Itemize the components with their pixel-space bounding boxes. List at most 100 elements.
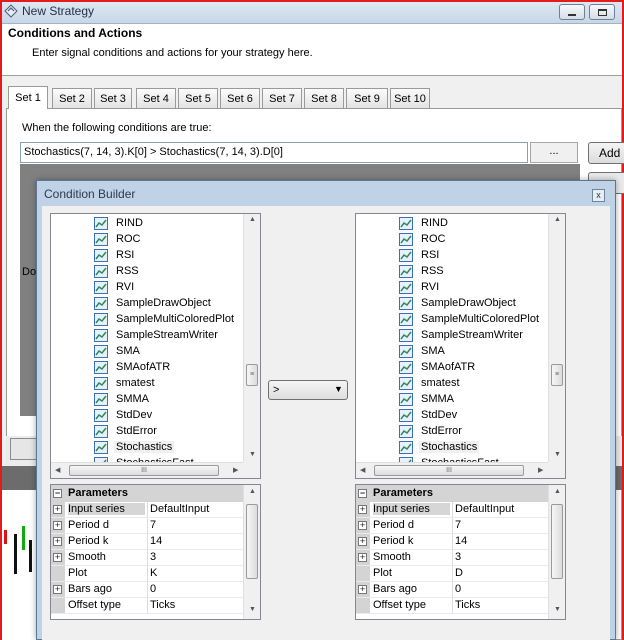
list-item[interactable]: RVI [94, 279, 136, 295]
grid-scrollbar[interactable]: ▲ ▼ [243, 485, 260, 619]
list-item[interactable]: SMA [399, 343, 447, 359]
parameter-value[interactable]: D [455, 567, 463, 579]
parameter-value[interactable]: 14 [150, 535, 162, 547]
list-item[interactable]: smatest [94, 375, 157, 391]
list-item[interactable]: SMA [94, 343, 142, 359]
collapse-icon[interactable]: − [53, 489, 62, 498]
list-item[interactable]: SampleStreamWriter [94, 327, 220, 343]
title-bar[interactable] [2, 2, 622, 24]
list-item[interactable]: RIND [399, 215, 450, 231]
condition-browse-button[interactable]: ... [530, 142, 578, 163]
grid-scrollbar[interactable]: ▲ ▼ [548, 485, 565, 619]
scroll-down-arrow[interactable]: ▼ [249, 606, 256, 613]
left-indicator-list[interactable]: RIND ROC RSI RSS RVI SampleDrawObject SampleMu… [50, 213, 261, 479]
list-item[interactable]: SMMA [94, 391, 151, 407]
horizontal-scrollbar[interactable]: ◀ III ▶ [51, 462, 245, 478]
add-condition-button[interactable]: Add [588, 142, 624, 164]
list-item[interactable]: SMAofATR [94, 359, 172, 375]
scroll-thumb[interactable]: ≡ [246, 364, 258, 386]
list-item[interactable]: SampleDrawObject [94, 295, 213, 311]
parameter-value[interactable]: 14 [455, 535, 467, 547]
list-item[interactable]: Stochastics [399, 439, 480, 455]
expand-icon[interactable]: + [53, 553, 62, 562]
tab-set-1[interactable]: Set 1 [8, 86, 48, 109]
scroll-up-arrow[interactable]: ▲ [554, 216, 561, 223]
scroll-thumb-horizontal[interactable]: III [69, 465, 219, 476]
parameter-row[interactable]: + Smooth 3 [356, 550, 549, 566]
scroll-thumb[interactable] [551, 504, 563, 579]
parameter-value[interactable]: 0 [455, 583, 461, 595]
left-parameters-grid[interactable]: − Parameters + Input series DefaultInput + P… [50, 484, 261, 620]
list-item[interactable]: SampleStreamWriter [399, 327, 525, 343]
tab-set-5[interactable]: Set 5 [178, 88, 218, 108]
parameter-row[interactable]: + Period d 7 [356, 518, 549, 534]
parameters-category[interactable]: − Parameters [51, 485, 244, 502]
list-item[interactable]: RSS [94, 263, 141, 279]
scroll-right-arrow[interactable]: ▶ [233, 466, 238, 474]
expand-icon[interactable]: + [358, 505, 367, 514]
scroll-thumb[interactable] [246, 504, 258, 579]
tab-set-9[interactable]: Set 9 [346, 88, 388, 108]
expand-icon[interactable]: + [358, 585, 367, 594]
dialog-close-button[interactable]: x [592, 189, 605, 202]
parameter-row[interactable]: + Input series DefaultInput [356, 502, 549, 518]
expand-icon[interactable]: + [358, 553, 367, 562]
parameter-row[interactable]: + Period k 14 [356, 534, 549, 550]
parameter-row[interactable]: Offset type Ticks [51, 598, 244, 614]
parameter-value[interactable]: DefaultInput [455, 503, 514, 515]
tab-set-3[interactable]: Set 3 [94, 88, 132, 108]
expand-icon[interactable]: + [53, 505, 62, 514]
list-item[interactable]: Stochastics [94, 439, 175, 455]
tab-set-2[interactable]: Set 2 [52, 88, 92, 108]
parameter-value[interactable]: 3 [150, 551, 156, 563]
tab-set-6[interactable]: Set 6 [220, 88, 260, 108]
scroll-left-arrow[interactable]: ◀ [360, 466, 365, 474]
parameter-value[interactable]: 7 [150, 519, 156, 531]
expand-icon[interactable]: + [358, 537, 367, 546]
tab-set-7[interactable]: Set 7 [262, 88, 302, 108]
expand-icon[interactable]: + [53, 537, 62, 546]
parameter-row[interactable]: Plot D [356, 566, 549, 582]
vertical-scrollbar[interactable]: ▲ ≡ ▼ [243, 214, 260, 463]
list-item[interactable]: RIND [94, 215, 145, 231]
list-item[interactable]: RVI [399, 279, 441, 295]
expand-icon[interactable]: + [53, 521, 62, 530]
parameter-value[interactable]: 0 [150, 583, 156, 595]
scroll-right-arrow[interactable]: ▶ [538, 466, 543, 474]
list-item[interactable]: SampleDrawObject [399, 295, 518, 311]
parameter-value[interactable]: Ticks [150, 599, 175, 611]
parameters-category[interactable]: − Parameters [356, 485, 549, 502]
list-item[interactable]: SampleMultiColoredPlot [399, 311, 541, 327]
parameter-row[interactable]: Offset type Ticks [356, 598, 549, 614]
scroll-down-arrow[interactable]: ▼ [554, 451, 561, 458]
list-item[interactable]: StdDev [94, 407, 154, 423]
scroll-up-arrow[interactable]: ▲ [249, 488, 256, 495]
minimize-button[interactable] [559, 4, 585, 20]
scroll-thumb[interactable]: ≡ [551, 364, 563, 386]
tab-set-4[interactable]: Set 4 [136, 88, 176, 108]
vertical-scrollbar[interactable]: ▲ ≡ ▼ [548, 214, 565, 463]
list-item[interactable]: SMAofATR [399, 359, 477, 375]
parameter-row[interactable]: + Input series DefaultInput [51, 502, 244, 518]
list-item[interactable]: StdDev [399, 407, 459, 423]
list-item[interactable]: ROC [94, 231, 142, 247]
list-item[interactable]: RSI [399, 247, 441, 263]
list-item[interactable]: ROC [399, 231, 447, 247]
scroll-left-arrow[interactable]: ◀ [55, 466, 60, 474]
list-item[interactable]: StdError [399, 423, 464, 439]
parameter-row[interactable]: + Smooth 3 [51, 550, 244, 566]
scroll-down-arrow[interactable]: ▼ [554, 606, 561, 613]
tab-set-8[interactable]: Set 8 [304, 88, 344, 108]
parameter-value[interactable]: 7 [455, 519, 461, 531]
right-parameters-grid[interactable]: − Parameters + Input series DefaultInput + P… [355, 484, 566, 620]
scroll-up-arrow[interactable]: ▲ [249, 216, 256, 223]
right-indicator-list[interactable]: RIND ROC RSI RSS RVI SampleDrawObject SampleMu… [355, 213, 566, 479]
collapse-icon[interactable]: − [358, 489, 367, 498]
expand-icon[interactable]: + [358, 521, 367, 530]
list-item[interactable]: SMMA [399, 391, 456, 407]
scroll-thumb-horizontal[interactable]: III [374, 465, 524, 476]
parameter-value[interactable]: Ticks [455, 599, 480, 611]
list-item[interactable]: RSS [399, 263, 446, 279]
list-item[interactable]: StdError [94, 423, 159, 439]
maximize-button[interactable] [589, 4, 615, 20]
